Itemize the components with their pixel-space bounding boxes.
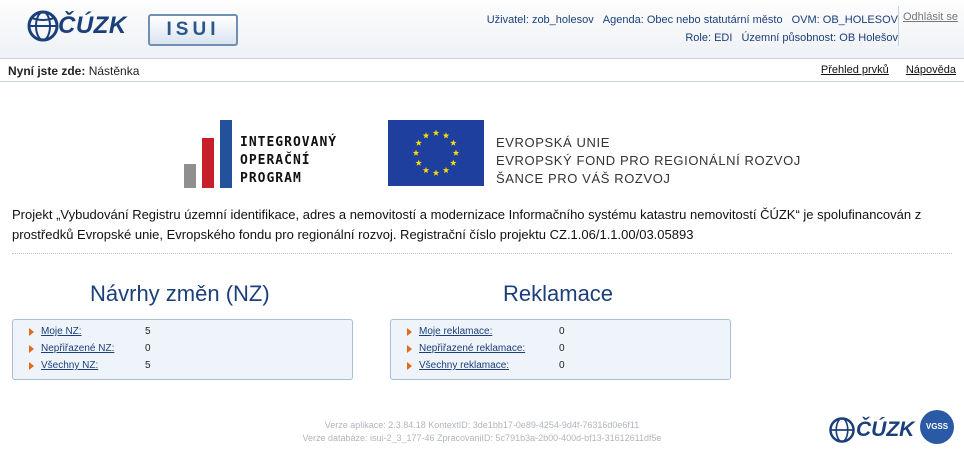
breadcrumb-current: Nástěnka bbox=[88, 64, 140, 78]
user-name: Uživatel: zob_holesov bbox=[486, 14, 594, 26]
iop-line-2: OPERAČNÍ bbox=[240, 153, 311, 168]
arrow-right-icon bbox=[29, 362, 34, 370]
eu-line-2: EVROPSKÝ FOND PRO REGIONÁLNÍ ROZVOJ bbox=[496, 153, 801, 168]
iop-line-3: PROGRAM bbox=[240, 171, 302, 186]
nz-panel: Moje NZ: 5 Nepřiřazené NZ: 0 Všechny NZ:… bbox=[12, 319, 353, 380]
ovm: OVM: OB_HOLESOV bbox=[791, 14, 898, 26]
iop-text: INTEGROVANÝ OPERAČNÍ PROGRAM bbox=[240, 134, 337, 188]
cuzk-logo-text: ČÚZK bbox=[58, 12, 127, 39]
logout-link[interactable]: Odhlásit se bbox=[903, 11, 958, 23]
overview-link[interactable]: Přehled prvků bbox=[821, 64, 889, 76]
arrow-right-icon bbox=[407, 362, 412, 370]
iop-line-1: INTEGROVANÝ bbox=[240, 135, 338, 150]
app-header: ČÚZK ISUI Uživatel: zob_holesov Agenda: … bbox=[0, 0, 964, 59]
arrow-right-icon bbox=[29, 328, 34, 336]
help-link[interactable]: Nápověda bbox=[906, 64, 956, 76]
my-claims-link[interactable]: Moje reklamace: bbox=[419, 324, 492, 340]
cuzk-logo[interactable]: ČÚZK bbox=[26, 8, 127, 44]
role: Role: EDI bbox=[685, 32, 733, 44]
vgss-logo: VGSS bbox=[920, 410, 954, 444]
unassigned-nz-link[interactable]: Nepřiřazené NZ: bbox=[41, 341, 114, 357]
iop-bar-blue bbox=[220, 120, 232, 188]
my-nz-link[interactable]: Moje NZ: bbox=[41, 324, 82, 340]
unassigned-claims-link[interactable]: Nepřiřazené reklamace: bbox=[419, 341, 525, 357]
db-version: Verze databáze: isui-2_3_177-46 Zpracova… bbox=[302, 433, 662, 443]
breadcrumb-bar: Nyní jste zde: Nástěnka Přehled prvků Ná… bbox=[0, 59, 964, 82]
eu-line-1: EVROPSKÁ UNIE bbox=[496, 135, 610, 150]
territorial-scope: Územní působnost: OB Holešov bbox=[741, 32, 898, 44]
nz-title: Návrhy změn (NZ) bbox=[90, 281, 270, 306]
arrow-right-icon bbox=[29, 345, 34, 353]
cuzk-footer-logo: ČÚZK bbox=[828, 416, 914, 444]
project-description: Projekt „Vybudování Registru územní iden… bbox=[12, 207, 922, 242]
isui-logo[interactable]: ISUI bbox=[148, 14, 238, 46]
all-nz-link[interactable]: Všechny NZ: bbox=[41, 358, 98, 374]
arrow-right-icon bbox=[407, 328, 412, 336]
user-info: Uživatel: zob_holesov Agenda: Obec nebo … bbox=[481, 11, 898, 47]
eu-flag-icon bbox=[388, 120, 484, 186]
iop-bar-grey bbox=[184, 164, 196, 188]
my-claims-value: 0 bbox=[559, 326, 565, 337]
breadcrumb: Nyní jste zde: Nástěnka bbox=[8, 64, 139, 78]
globe-icon bbox=[829, 417, 855, 443]
cuzk-footer-logo-text: ČÚZK bbox=[856, 418, 915, 441]
version-info: Verze aplikace: 2.3.84.18 KontextID: 3de… bbox=[0, 419, 964, 445]
agenda: Agenda: Obec nebo statutární město bbox=[602, 14, 783, 26]
top-links: Přehled prvků Nápověda bbox=[807, 64, 956, 76]
all-claims-link[interactable]: Všechny reklamace: bbox=[419, 358, 509, 374]
iop-bar-red bbox=[202, 138, 214, 188]
eu-text: EVROPSKÁ UNIE EVROPSKÝ FOND PRO REGIONÁL… bbox=[496, 134, 801, 188]
unassigned-nz-value: 0 bbox=[145, 343, 151, 354]
claims-title: Reklamace bbox=[503, 281, 614, 306]
header-divider bbox=[898, 6, 899, 46]
my-nz-value: 5 bbox=[145, 326, 151, 337]
all-nz-value: 5 bbox=[145, 360, 151, 371]
breadcrumb-label: Nyní jste zde: bbox=[8, 64, 86, 78]
eu-line-3: ŠANCE PRO VÁŠ ROZVOJ bbox=[496, 171, 671, 186]
claims-panel: Moje reklamace: 0 Nepřiřazené reklamace:… bbox=[390, 319, 731, 380]
app-version: Verze aplikace: 2.3.84.18 KontextID: 3de… bbox=[324, 420, 640, 430]
globe-icon bbox=[27, 10, 59, 42]
arrow-right-icon bbox=[407, 345, 412, 353]
iop-logo: INTEGROVANÝ OPERAČNÍ PROGRAM bbox=[184, 120, 364, 188]
all-claims-value: 0 bbox=[559, 360, 565, 371]
unassigned-claims-value: 0 bbox=[559, 343, 565, 354]
section-divider bbox=[12, 253, 952, 254]
